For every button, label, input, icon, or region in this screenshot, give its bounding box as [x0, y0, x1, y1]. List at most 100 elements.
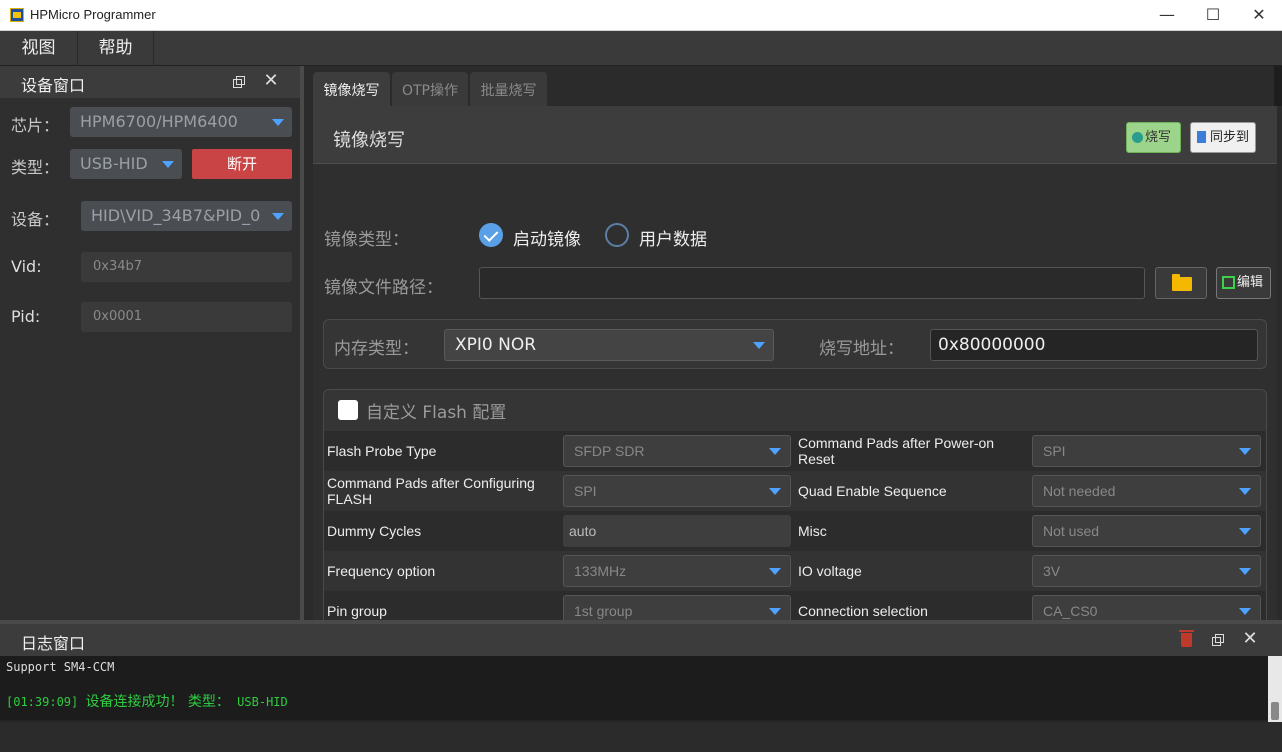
close-panel-icon[interactable]: ✕: [262, 70, 280, 91]
chevron-down-icon: [272, 213, 284, 220]
float-panel-icon[interactable]: [1211, 633, 1225, 647]
log-message: 设备连接成功！ 类型：: [85, 694, 230, 710]
frequency-value: 133MHz: [574, 563, 627, 579]
status-bar: [0, 722, 1282, 752]
sync-button-label: 同步到: [1210, 130, 1250, 145]
minimize-button[interactable]: —: [1144, 0, 1190, 31]
cmd-pads-config-value: SPI: [574, 483, 597, 499]
log-panel-title: 日志窗口: [21, 634, 86, 653]
io-voltage-value: 3V: [1043, 563, 1061, 579]
device-panel-title: 设备窗口: [21, 76, 86, 95]
image-type-label: 镜像类型：: [324, 230, 409, 250]
io-voltage-select[interactable]: 3V: [1032, 555, 1261, 587]
misc-label: Misc: [798, 523, 827, 539]
type-select-value: USB-HID: [80, 154, 148, 173]
maximize-button[interactable]: ☐: [1190, 0, 1236, 31]
misc-value: Not used: [1043, 523, 1100, 539]
frequency-label: Frequency option: [327, 563, 436, 579]
radio-boot-image-label: 启动镜像: [513, 230, 581, 250]
radio-user-data[interactable]: [605, 223, 629, 247]
dummy-cycles-input[interactable]: auto: [563, 515, 791, 547]
custom-flash-checkbox[interactable]: [338, 400, 358, 420]
flash-config-group: 自定义 Flash 配置 Flash Probe Type SFDP SDR C…: [323, 389, 1267, 644]
close-panel-icon[interactable]: ✕: [1241, 628, 1259, 649]
log-line: Support SM4-CCM: [6, 660, 115, 674]
edit-button[interactable]: 编辑: [1216, 267, 1271, 299]
vid-label: Vid:: [11, 257, 42, 276]
pin-group-label: Pin group: [327, 603, 387, 619]
memory-settings-group: 内存类型： XPI0 NOR 烧写地址： 0x80000000: [323, 319, 1267, 369]
memory-type-select[interactable]: XPI0 NOR: [444, 329, 774, 361]
log-timestamp: [01:39:09]: [6, 695, 79, 709]
trash-icon[interactable]: [1179, 630, 1194, 647]
cmd-pads-config-select[interactable]: SPI: [563, 475, 791, 507]
flash-probe-type-label: Flash Probe Type: [327, 443, 437, 459]
chip-select-value: HPM6700/HPM6400: [80, 112, 238, 131]
chevron-down-icon: [272, 119, 284, 126]
flash-probe-type-select[interactable]: SFDP SDR: [563, 435, 791, 467]
scrollbar-thumb[interactable]: [1271, 702, 1279, 720]
table-row: Frequency option 133MHz IO voltage 3V: [324, 551, 1266, 591]
table-row: Flash Probe Type SFDP SDR Command Pads a…: [324, 431, 1266, 471]
custom-flash-label: 自定义 Flash 配置: [366, 403, 507, 423]
chevron-down-icon: [769, 608, 781, 615]
type-select[interactable]: USB-HID: [70, 149, 182, 179]
chip-label: 芯片：: [11, 116, 60, 135]
log-panel-header: 日志窗口 ✕: [0, 624, 1282, 656]
flash-probe-type-value: SFDP SDR: [574, 443, 645, 459]
quad-enable-label: Quad Enable Sequence: [798, 483, 947, 499]
type-label: 类型：: [11, 158, 60, 177]
browse-folder-button[interactable]: [1155, 267, 1207, 299]
burn-button[interactable]: 烧写: [1126, 122, 1181, 153]
cmd-pads-power-on-select[interactable]: SPI: [1032, 435, 1261, 467]
folder-icon: [1172, 274, 1192, 291]
chevron-down-icon: [769, 448, 781, 455]
tab-bar: 镜像烧写 OTP操作 批量烧写: [308, 66, 1282, 112]
menu-help[interactable]: 帮助: [78, 31, 154, 66]
chip-select[interactable]: HPM6700/HPM6400: [70, 107, 292, 137]
misc-select[interactable]: Not used: [1032, 515, 1261, 547]
burn-address-label: 烧写地址：: [819, 339, 904, 359]
table-row: Command Pads after Configuring FLASH SPI…: [324, 471, 1266, 511]
device-panel: 设备窗口 ✕ 芯片： HPM6700/HPM6400 类型： USB-HID 断…: [0, 66, 304, 620]
pid-label: Pid:: [11, 307, 41, 326]
main-area: 镜像烧写 OTP操作 批量烧写 镜像烧写 烧写 同步到 镜像类型： 启动镜像 用…: [308, 66, 1282, 644]
menu-view[interactable]: 视图: [0, 31, 78, 66]
burn-address-input[interactable]: 0x80000000: [930, 329, 1258, 361]
float-panel-icon[interactable]: [232, 75, 246, 89]
image-path-input[interactable]: [479, 267, 1145, 299]
close-window-button[interactable]: ✕: [1236, 0, 1282, 31]
connection-selection-label: Connection selection: [798, 603, 928, 619]
frequency-select[interactable]: 133MHz: [563, 555, 791, 587]
chevron-down-icon: [162, 161, 174, 168]
window-titlebar: HPMicro Programmer — ☐ ✕: [0, 0, 1282, 31]
image-burn-content: 镜像烧写 烧写 同步到 镜像类型： 启动镜像 用户数据 镜像文件路径： 编辑 内…: [313, 106, 1277, 644]
sync-button[interactable]: 同步到: [1190, 122, 1256, 153]
log-scrollbar[interactable]: [1268, 656, 1282, 724]
cmd-pads-config-label: Command Pads after Configuring FLASH: [327, 475, 535, 507]
chevron-down-icon: [1239, 448, 1251, 455]
app-logo-icon: [10, 8, 24, 22]
io-voltage-label: IO voltage: [798, 563, 862, 579]
device-panel-header: 设备窗口 ✕: [0, 66, 300, 98]
play-icon: [1132, 132, 1143, 143]
chevron-down-icon: [753, 342, 765, 349]
chevron-down-icon: [1239, 608, 1251, 615]
pid-field[interactable]: 0x0001: [81, 302, 292, 332]
window-title: HPMicro Programmer: [30, 7, 156, 22]
vid-field[interactable]: 0x34b7: [81, 252, 292, 282]
device-select[interactable]: HID\VID_34B7&PID_0: [81, 201, 292, 231]
device-select-value: HID\VID_34B7&PID_0: [91, 206, 261, 225]
log-device-type: USB-HID: [237, 695, 288, 709]
connection-selection-value: CA_CS0: [1043, 603, 1098, 619]
menu-bar: 视图 帮助: [0, 31, 1282, 66]
device-label: 设备：: [11, 210, 60, 229]
chevron-down-icon: [1239, 528, 1251, 535]
quad-enable-select[interactable]: Not needed: [1032, 475, 1261, 507]
radio-boot-image[interactable]: [479, 223, 503, 247]
disconnect-button[interactable]: 断开: [192, 149, 292, 179]
log-line: [01:39:09] 设备连接成功！ 类型： USB-HID: [6, 691, 288, 711]
memory-type-value: XPI0 NOR: [455, 335, 537, 355]
pin-group-value: 1st group: [574, 603, 633, 619]
chevron-down-icon: [1239, 568, 1251, 575]
